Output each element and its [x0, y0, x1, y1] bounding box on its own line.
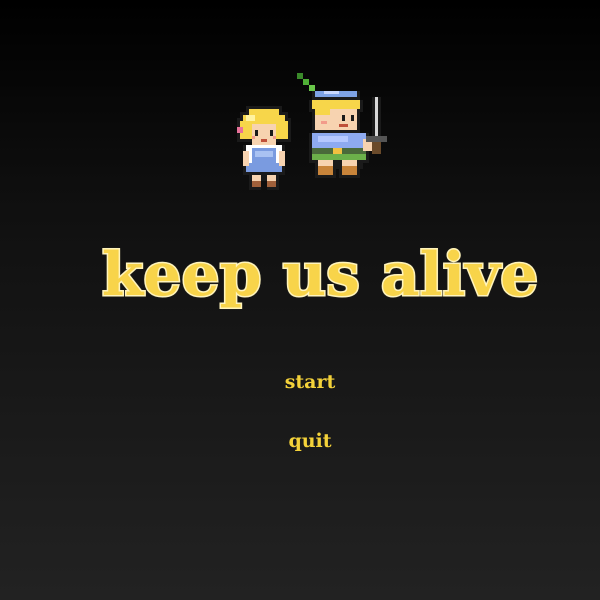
game-title: keep us alive	[100, 240, 540, 310]
girl-sprite	[228, 103, 300, 217]
quit-button[interactable]: quit	[260, 432, 360, 451]
character-sprites	[225, 70, 405, 220]
start-button[interactable]: start	[260, 373, 360, 392]
boy-with-sword-sprite	[297, 73, 405, 217]
